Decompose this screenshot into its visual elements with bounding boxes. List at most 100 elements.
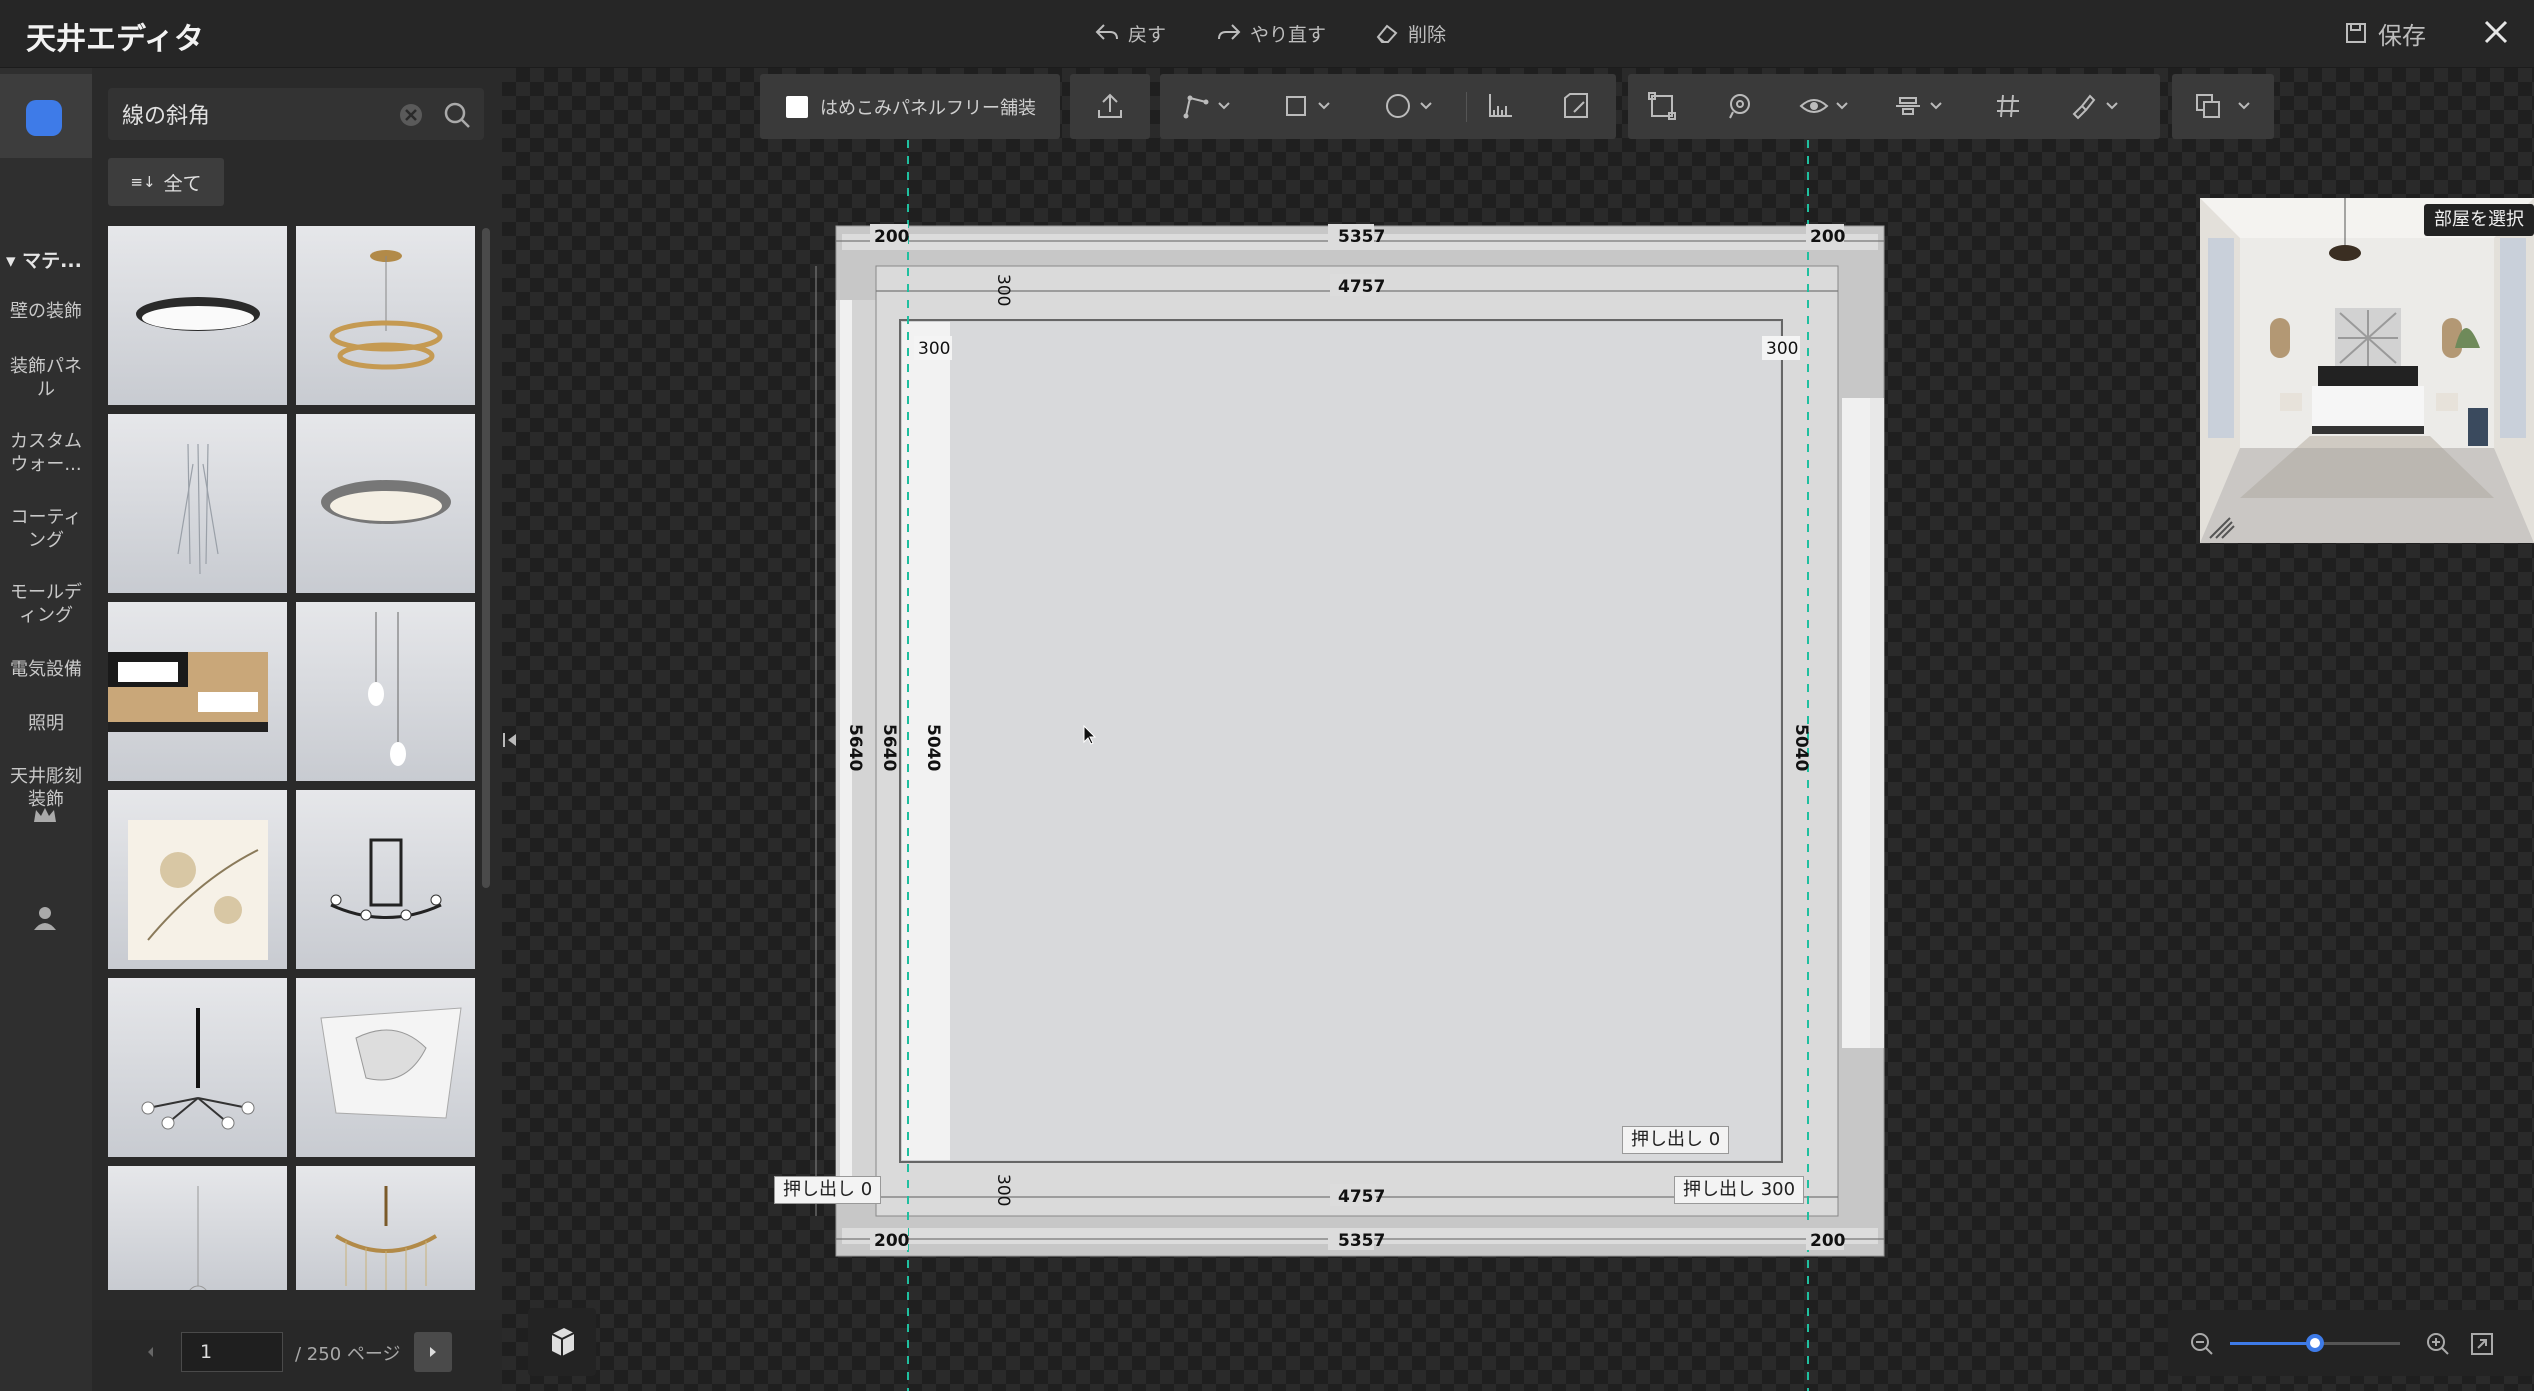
user-icon[interactable] bbox=[32, 904, 58, 932]
clear-icon[interactable] bbox=[398, 102, 424, 128]
filter-all-button[interactable]: ≡↓ 全て bbox=[108, 158, 224, 206]
align-icon[interactable] bbox=[1892, 90, 1924, 122]
visibility-eye-icon[interactable] bbox=[1798, 90, 1830, 122]
cube-icon bbox=[551, 1328, 575, 1356]
product-tile-5[interactable] bbox=[108, 602, 287, 781]
product-tile-1[interactable] bbox=[108, 226, 287, 405]
ellipse-tool-icon[interactable] bbox=[1382, 90, 1414, 122]
extrude-label-inner[interactable]: 押し出し 0 bbox=[1622, 1126, 1730, 1154]
3d-view-button[interactable] bbox=[528, 1308, 596, 1376]
page-number-input[interactable] bbox=[181, 1332, 283, 1372]
dim-offset-bottom-v: 300 bbox=[993, 1174, 1013, 1206]
select-room-button[interactable]: 部屋を選択 bbox=[2424, 204, 2534, 236]
undo-button[interactable]: 戻す bbox=[1094, 18, 1166, 48]
save-button[interactable]: 保存 bbox=[2344, 16, 2426, 50]
dim-top-right-200: 200 bbox=[1810, 227, 1846, 247]
dim-top-left-200: 200 bbox=[874, 227, 910, 247]
delete-label: 削除 bbox=[1408, 23, 1447, 46]
ruler-tool-icon[interactable] bbox=[1484, 90, 1516, 122]
round-ceiling-light-image bbox=[136, 297, 260, 331]
layers-group bbox=[2172, 74, 2274, 139]
dim-right-b: 5640 bbox=[1895, 724, 1900, 771]
product-tile-4[interactable] bbox=[296, 414, 475, 593]
product-tile-10[interactable] bbox=[296, 978, 475, 1157]
category-decor-panel[interactable]: 装飾パネル bbox=[0, 355, 92, 401]
product-tile-9[interactable] bbox=[108, 978, 287, 1157]
fit-frame-icon[interactable] bbox=[1646, 90, 1678, 122]
upload-group bbox=[1070, 74, 1150, 139]
lantern-chandelier-image bbox=[330, 838, 442, 921]
zoom-out-icon[interactable] bbox=[2188, 1330, 2216, 1358]
zoom-slider-thumb[interactable] bbox=[2306, 1334, 2324, 1352]
category-coating[interactable]: コーティング bbox=[0, 506, 92, 552]
search-input[interactable] bbox=[122, 96, 372, 132]
filter-all-label: 全て bbox=[163, 172, 202, 195]
chevron-left-icon bbox=[148, 1347, 153, 1357]
collapse-left-icon bbox=[503, 733, 516, 747]
extrude-label-left[interactable]: 押し出し 0 bbox=[774, 1176, 882, 1204]
dim-bottom-inner: 4757 bbox=[1338, 1187, 1385, 1207]
extrude-label-right[interactable]: 押し出し 300 bbox=[1674, 1176, 1805, 1204]
square-panel-light-image bbox=[108, 652, 268, 732]
rectangle-tool-icon[interactable] bbox=[1280, 90, 1312, 122]
category-wall-decor[interactable]: 壁の装飾 bbox=[0, 300, 92, 323]
category-electrical[interactable]: 電気設備 bbox=[0, 658, 92, 681]
layers-copy-icon[interactable] bbox=[2192, 90, 2224, 122]
flush-ring-light-image bbox=[321, 480, 451, 524]
dim-left-c: 5040 bbox=[923, 724, 943, 771]
category-molding[interactable]: モールディング bbox=[0, 581, 92, 627]
draw-tools-group bbox=[1160, 74, 1616, 139]
sort-icon: ≡↓ bbox=[130, 173, 156, 191]
crystal-pendant-image bbox=[177, 443, 219, 575]
polyline-tool-icon[interactable] bbox=[1180, 90, 1212, 122]
next-page-button[interactable] bbox=[414, 1332, 452, 1372]
inlay-checkbox[interactable] bbox=[786, 96, 808, 118]
chevron-right-icon bbox=[430, 1347, 436, 1357]
redo-button[interactable]: やり直す bbox=[1216, 18, 1326, 48]
floral-box-lamp-image bbox=[128, 820, 268, 960]
gold-chandelier-image bbox=[334, 1186, 438, 1290]
upload-icon[interactable] bbox=[1094, 90, 1126, 122]
search-icon[interactable] bbox=[442, 100, 472, 130]
delete-button[interactable]: 削除 bbox=[1374, 18, 1446, 48]
chevron-down-icon[interactable] bbox=[1832, 90, 1852, 122]
crown-icon[interactable] bbox=[31, 804, 59, 828]
product-tile-8[interactable] bbox=[296, 790, 475, 969]
material-tab[interactable] bbox=[0, 74, 92, 158]
prev-page-button[interactable] bbox=[132, 1332, 170, 1372]
close-button[interactable] bbox=[2476, 12, 2516, 52]
ring-chandelier-image bbox=[329, 250, 443, 370]
grid-hash-icon[interactable] bbox=[1992, 90, 2024, 122]
chevron-down-icon[interactable] bbox=[1214, 90, 1234, 122]
dim-offset-top-v: 300 bbox=[993, 274, 1013, 306]
chevron-down-icon[interactable] bbox=[1926, 90, 1946, 122]
chevron-down-icon[interactable] bbox=[1416, 90, 1436, 122]
materials-heading[interactable]: ▾ マテ... bbox=[6, 246, 82, 273]
inlay-label: はめこみパネルフリー舗装 bbox=[820, 98, 1036, 119]
product-tile-3[interactable] bbox=[108, 414, 287, 593]
edit-shape-icon[interactable] bbox=[1560, 90, 1592, 122]
undo-label: 戻す bbox=[1128, 23, 1167, 46]
fit-screen-icon[interactable] bbox=[2468, 1330, 2496, 1358]
product-tile-2[interactable] bbox=[296, 226, 475, 405]
zoom-in-icon[interactable] bbox=[2424, 1330, 2452, 1358]
product-tile-11[interactable] bbox=[108, 1166, 287, 1290]
product-tile-12[interactable] bbox=[296, 1166, 475, 1290]
title-bar: 天井エディタ 戻す やり直す 削除 保存 bbox=[0, 0, 2534, 68]
panel-scrollbar[interactable] bbox=[482, 228, 490, 888]
category-custom-wall[interactable]: カスタムウォー... bbox=[0, 430, 92, 476]
right-strip-inner bbox=[1870, 398, 1884, 1048]
chevron-down-icon[interactable] bbox=[2102, 90, 2122, 122]
collapse-panel-button[interactable] bbox=[494, 720, 524, 760]
product-tile-7[interactable] bbox=[108, 790, 287, 969]
category-lighting[interactable]: 照明 bbox=[0, 712, 92, 735]
chevron-down-icon[interactable] bbox=[1314, 90, 1334, 122]
room-preview[interactable]: 部屋を選択 bbox=[2200, 198, 2534, 543]
chevron-down-icon[interactable] bbox=[2234, 90, 2254, 122]
inlay-toggle[interactable]: はめこみパネルフリー舗装 bbox=[760, 74, 1060, 139]
zoom-control bbox=[2168, 1310, 2534, 1376]
product-tile-6[interactable] bbox=[296, 602, 475, 781]
dim-left-a: 5640 bbox=[845, 724, 865, 771]
lasso-icon[interactable] bbox=[1724, 90, 1756, 122]
paint-brush-icon[interactable] bbox=[2068, 90, 2100, 122]
